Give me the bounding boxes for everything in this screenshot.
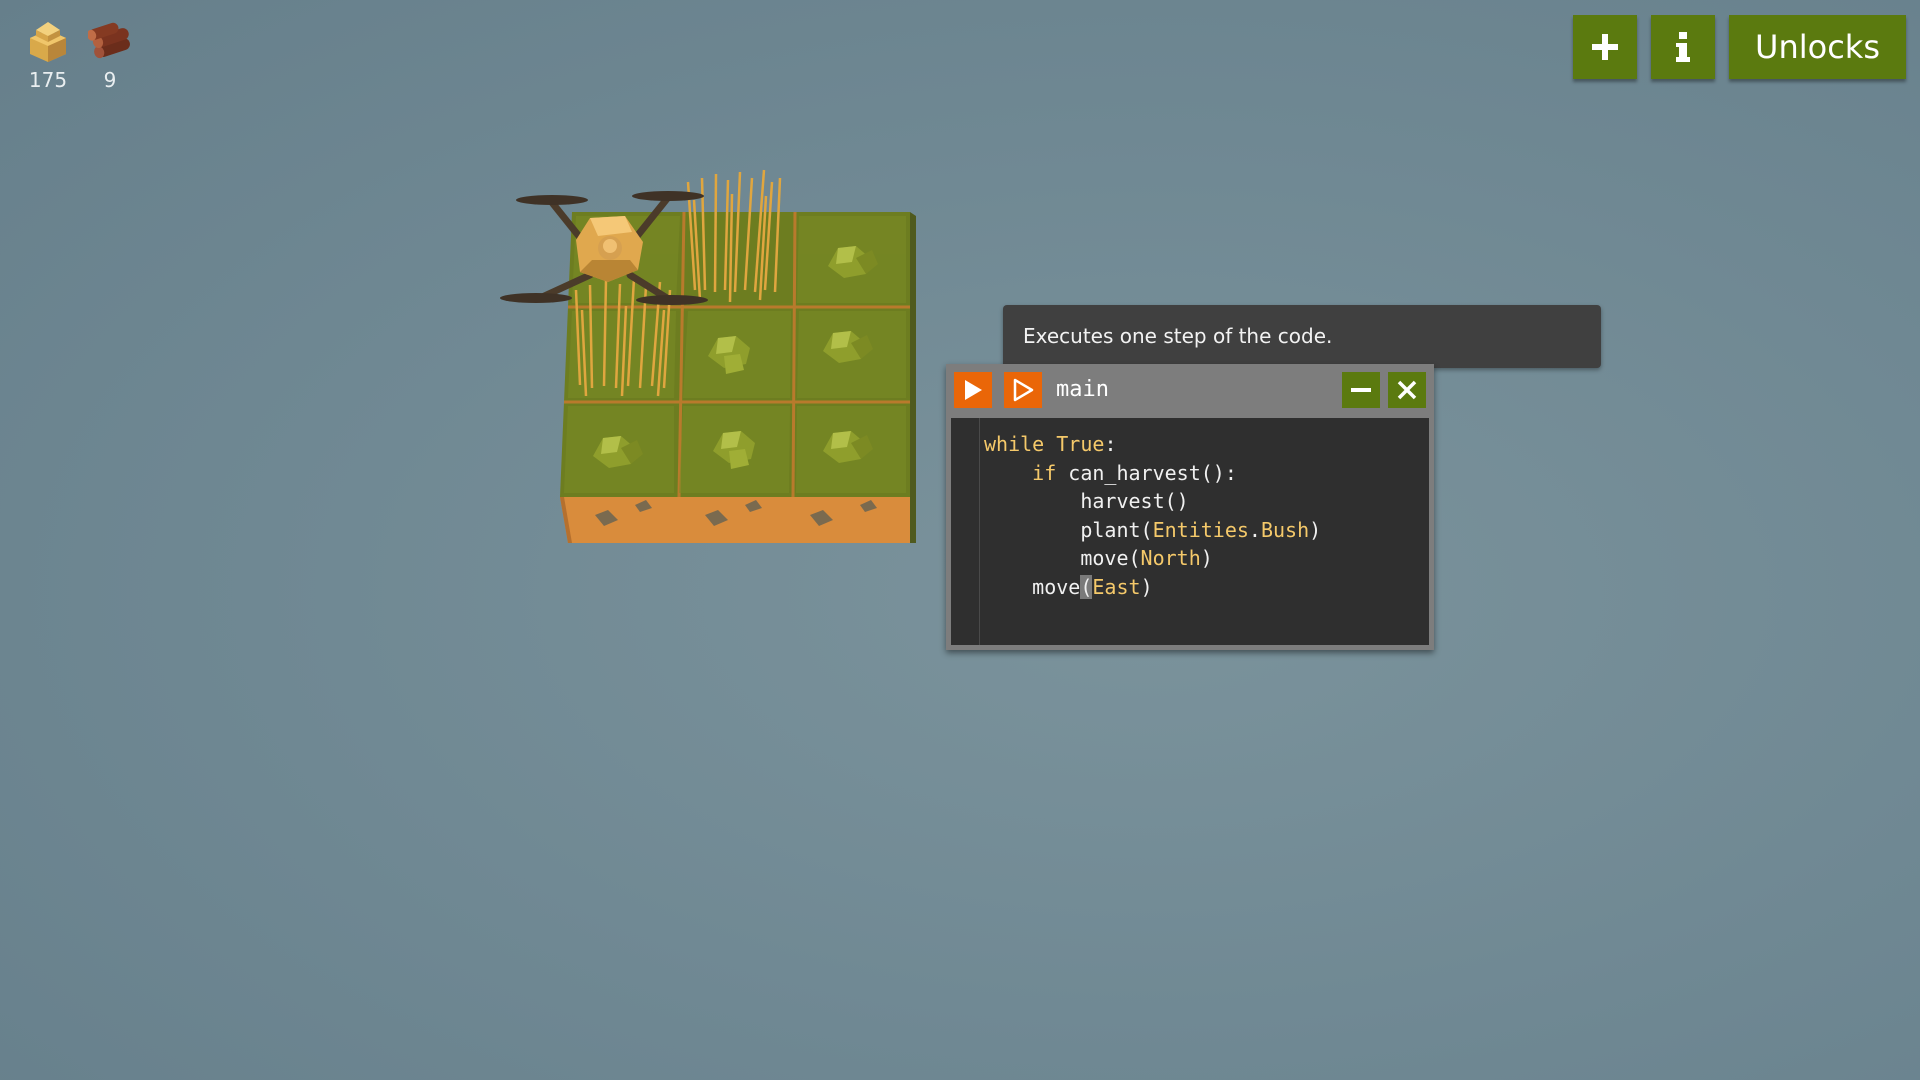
add-window-button[interactable] — [1573, 15, 1638, 79]
code-line[interactable]: move(North) — [984, 544, 1321, 573]
info-button[interactable] — [1651, 15, 1716, 79]
code-token: : — [1104, 432, 1117, 456]
code-token: Entities — [1152, 517, 1249, 542]
run-button[interactable] — [954, 372, 992, 408]
code-token: move — [1032, 574, 1081, 599]
code-token: harvest() — [1080, 489, 1189, 514]
info-icon — [1676, 32, 1691, 62]
hay-icon — [30, 22, 66, 62]
resource-wood: 9 — [88, 18, 132, 92]
close-icon — [1397, 380, 1417, 400]
code-editor[interactable]: while True: if can_harvest(): harvest() … — [951, 418, 1429, 645]
step-play-icon — [1013, 378, 1034, 402]
code-token: ) — [1309, 517, 1322, 542]
code-token: move( — [1080, 546, 1141, 571]
code-token: ) — [1200, 546, 1213, 571]
hay-count: 175 — [28, 68, 68, 92]
code-text[interactable]: while True: if can_harvest(): harvest() … — [984, 430, 1321, 602]
wood-count: 9 — [103, 68, 117, 92]
code-token: East — [1092, 574, 1141, 599]
farm-grid — [500, 169, 916, 543]
code-line[interactable]: harvest() — [984, 487, 1321, 516]
code-window-header[interactable]: main — [946, 364, 1434, 416]
code-line[interactable]: plant(Entities.Bush) — [984, 516, 1321, 545]
minus-icon — [1351, 388, 1371, 392]
unlocks-button[interactable]: Unlocks — [1729, 15, 1906, 79]
play-icon — [965, 380, 982, 400]
code-line[interactable]: move(East) — [984, 573, 1321, 602]
code-token: can_harvest(): — [1056, 460, 1237, 485]
code-token: Bush — [1260, 517, 1310, 542]
code-token: . — [1248, 517, 1261, 542]
top-toolbar: Unlocks — [1573, 15, 1906, 79]
resource-hay: 175 — [26, 18, 70, 92]
minimize-button[interactable] — [1342, 372, 1380, 408]
code-line[interactable]: while True: — [984, 430, 1321, 459]
step-button[interactable] — [1004, 372, 1042, 408]
code-token: North — [1140, 546, 1201, 571]
line-gutter — [951, 418, 980, 645]
wood-icon — [88, 22, 130, 59]
code-token: plant( — [1080, 517, 1153, 542]
tooltip: Executes one step of the code. — [1003, 305, 1601, 368]
code-token: ( — [1080, 574, 1093, 599]
plus-icon — [1592, 34, 1619, 60]
resource-bar: 175 9 — [26, 18, 132, 92]
code-token: while — [984, 432, 1045, 456]
close-button[interactable] — [1388, 372, 1426, 408]
code-window-title: main — [1056, 377, 1109, 402]
code-line[interactable]: if can_harvest(): — [984, 459, 1321, 488]
code-token: True — [1056, 432, 1105, 456]
code-token: ) — [1140, 574, 1153, 599]
code-window[interactable]: main while True: if can_harvest(): harve… — [946, 364, 1434, 650]
code-token: if — [1032, 460, 1057, 485]
